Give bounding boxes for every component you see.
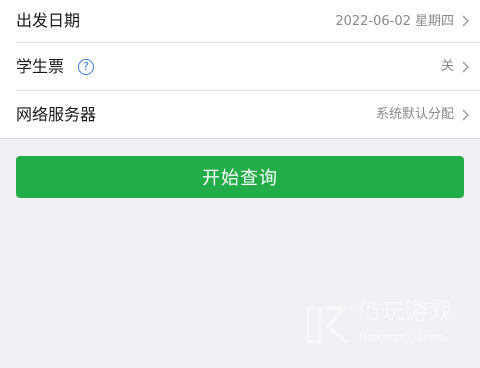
watermark-logo-icon [306, 306, 348, 344]
chevron-right-icon [462, 108, 470, 121]
chevron-right-icon [462, 60, 470, 73]
student-ticket-value: 关 [440, 59, 454, 74]
help-icon[interactable]: ? [78, 58, 95, 75]
network-server-row[interactable]: 网络服务器 系统默认分配 [16, 90, 480, 138]
start-query-button[interactable]: 开始查询 [16, 156, 464, 198]
watermark-text: 仍玩游戏 [358, 300, 455, 325]
network-server-value: 系统默认分配 [375, 107, 454, 122]
network-server-value-group[interactable]: 系统默认分配 [376, 91, 470, 138]
departure-date-row[interactable]: 出发日期 2022-06-02 星期四 [16, 0, 480, 42]
ticket-query-form: 出发日期 2022-06-02 星期四 学生票 ? 关 网络服务器 系统默认分配 [0, 0, 480, 139]
departure-date-value: 2022-06-02 星期四 [335, 13, 454, 29]
watermark-subtext: Rengwan Games [359, 332, 444, 344]
watermark: 仍玩游戏 Rengwan Games [304, 300, 474, 350]
network-server-label: 网络服务器 [16, 104, 97, 124]
chevron-right-icon [462, 15, 470, 27]
student-ticket-value-group[interactable]: 关 [441, 43, 470, 90]
departure-date-label: 出发日期 [16, 11, 81, 30]
departure-date-value-group[interactable]: 2022-06-02 星期四 [335, 0, 470, 42]
student-ticket-row[interactable]: 学生票 ? 关 [16, 42, 480, 90]
student-ticket-label: 学生票 [16, 56, 65, 76]
